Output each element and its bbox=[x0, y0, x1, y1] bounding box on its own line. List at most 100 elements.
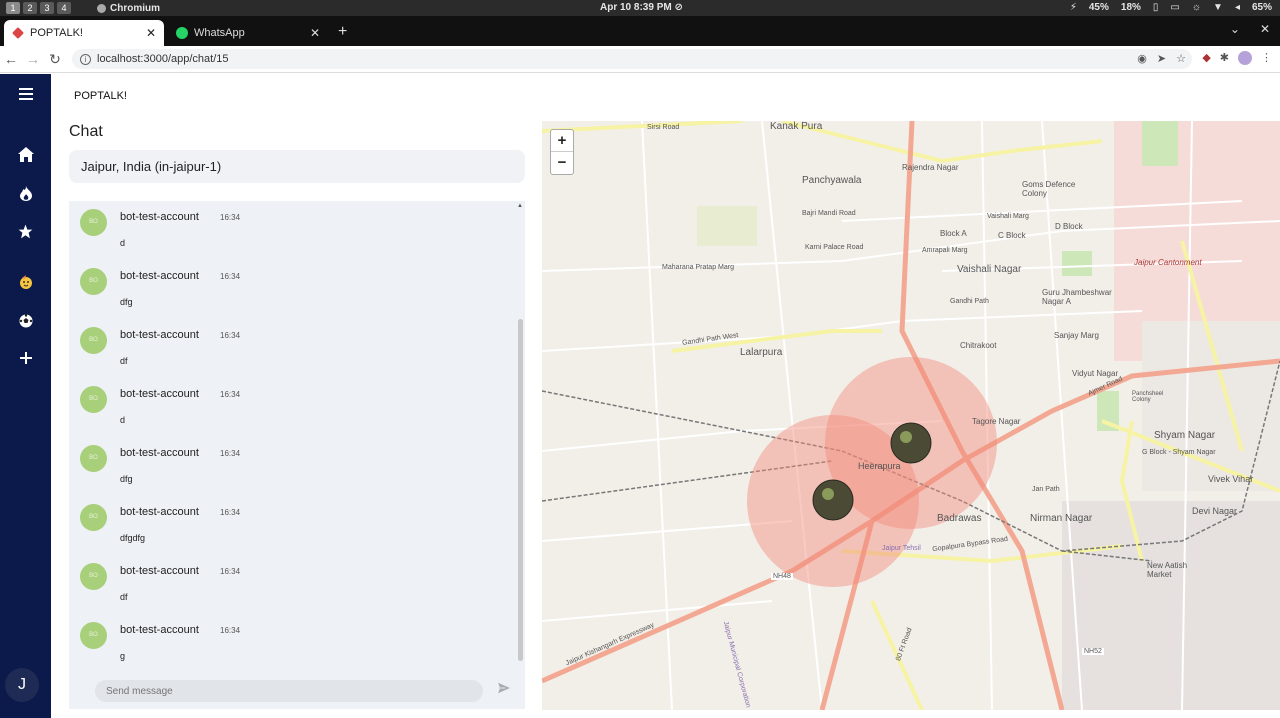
back-button[interactable]: ← bbox=[0, 51, 22, 67]
address-bar: ← → ↻ i localhost:3000/app/chat/15 ◉ ➤ ☆… bbox=[0, 46, 1280, 73]
message-author: bot-test-account bbox=[120, 447, 199, 459]
memory-usage: 18% bbox=[1120, 2, 1141, 13]
clipboard-icon[interactable]: ▯ bbox=[1153, 2, 1159, 13]
map-label: Gandhi Path West bbox=[681, 332, 739, 347]
message-input[interactable] bbox=[95, 680, 483, 702]
volume-icon[interactable]: ◂ bbox=[1235, 2, 1240, 13]
map-label: Chitrakoot bbox=[960, 341, 997, 350]
close-tab-icon[interactable]: ✕ bbox=[310, 26, 320, 40]
map-view[interactable]: Kanak Pura Sirsi Road Panchyawala Rajend… bbox=[542, 121, 1280, 710]
sidebar-item-home[interactable] bbox=[0, 147, 51, 166]
close-tab-icon[interactable]: ✕ bbox=[146, 26, 156, 40]
sidebar-item-sports[interactable] bbox=[0, 314, 51, 332]
send-tab-icon[interactable]: ➤ bbox=[1157, 52, 1166, 65]
forward-button[interactable]: → bbox=[22, 51, 44, 67]
layout-icon[interactable]: ▭ bbox=[1170, 2, 1179, 13]
map-zoom-control: + − bbox=[550, 129, 574, 175]
os-status: ⚡ 45% 18% ▯ ▭ ☼ ▼ ◂ 65% bbox=[1070, 2, 1272, 13]
soccer-ball-icon bbox=[19, 314, 32, 328]
map-label: Badrawas bbox=[937, 513, 982, 524]
map-label: Vaishali Nagar bbox=[957, 264, 1022, 275]
hamburger-menu-icon[interactable] bbox=[0, 87, 51, 104]
tab-poptalk[interactable]: POPTALK! ✕ bbox=[4, 20, 164, 46]
message-author: bot-test-account bbox=[120, 506, 199, 518]
workspace-1[interactable]: 1 bbox=[6, 2, 20, 14]
scrollbar-thumb[interactable] bbox=[518, 319, 523, 661]
sidebar-item-favorites[interactable] bbox=[0, 224, 51, 243]
map-label: Maharana Pratap Marg bbox=[662, 264, 734, 271]
list-item: BO bot-test-account 16:34 dfg bbox=[69, 260, 509, 319]
avatar: BO bbox=[80, 268, 107, 295]
active-app: Chromium bbox=[97, 3, 160, 14]
list-item: BO bot-test-account 16:34 dfgdfg bbox=[69, 496, 509, 555]
app-sidebar: J bbox=[0, 74, 51, 718]
message-author: bot-test-account bbox=[120, 624, 199, 636]
workspace-4[interactable]: 4 bbox=[57, 2, 71, 14]
menu-dots-icon[interactable]: ⋮ bbox=[1261, 51, 1272, 65]
url-field[interactable]: i localhost:3000/app/chat/15 ◉ ➤ ☆ bbox=[72, 49, 1192, 69]
message-composer bbox=[69, 671, 525, 709]
map-label: Rajendra Nagar bbox=[902, 163, 959, 172]
tab-search-icon[interactable]: ⌄ bbox=[1230, 22, 1240, 36]
profile-avatar[interactable] bbox=[1238, 51, 1252, 65]
extension-diamond-icon[interactable]: ◆ bbox=[1202, 51, 1210, 65]
sidebar-item-party[interactable] bbox=[0, 275, 51, 293]
map-label: New Aatish Market bbox=[1147, 561, 1188, 579]
message-list[interactable]: BO bot-test-account 16:34 d BO bot-test-… bbox=[69, 201, 525, 709]
close-window-icon[interactable]: ✕ bbox=[1260, 22, 1270, 36]
message-author: bot-test-account bbox=[120, 565, 199, 577]
chat-location: Jaipur, India (in-jaipur-1) bbox=[69, 150, 525, 183]
message-time: 16:34 bbox=[220, 567, 241, 576]
map-label: Jan Path bbox=[1032, 486, 1060, 493]
tab-whatsapp[interactable]: WhatsApp ✕ bbox=[168, 20, 328, 46]
battery-level: 65% bbox=[1251, 2, 1272, 13]
message-author: bot-test-account bbox=[120, 211, 199, 223]
reload-button[interactable]: ↻ bbox=[44, 51, 66, 68]
bookmark-star-icon[interactable]: ☆ bbox=[1176, 52, 1186, 65]
user-avatar[interactable]: J bbox=[5, 668, 39, 702]
cpu-icon: ⚡ bbox=[1069, 2, 1077, 13]
url-actions: ◉ ➤ ☆ bbox=[1137, 52, 1186, 65]
map-label: Kanak Pura bbox=[770, 121, 823, 132]
map-label: D Block bbox=[1055, 222, 1083, 231]
clock-text: Apr 10 8:39 PM bbox=[600, 2, 672, 13]
map-label: Goms Defence Colony bbox=[1022, 180, 1076, 198]
map-label: Jaipur Cantonment bbox=[1134, 258, 1202, 267]
map-label: NH52 bbox=[1082, 648, 1104, 655]
workspace-2[interactable]: 2 bbox=[23, 2, 37, 14]
add-room-button[interactable] bbox=[0, 351, 51, 368]
info-icon[interactable]: i bbox=[80, 53, 91, 65]
map-label: Panchsheel Colony bbox=[1132, 391, 1164, 403]
message-author: bot-test-account bbox=[120, 388, 199, 400]
avatar: BO bbox=[80, 386, 107, 413]
map-label: Gopalpura Bypass Road bbox=[931, 535, 1009, 554]
scroll-up-icon[interactable]: ▲ bbox=[517, 203, 523, 209]
message-text: dfg bbox=[120, 474, 133, 484]
url-text: localhost:3000/app/chat/15 bbox=[97, 53, 229, 65]
browser-tab-bar: POPTALK! ✕ WhatsApp ✕ + ⌄ ✕ bbox=[0, 16, 1280, 46]
home-icon bbox=[17, 147, 34, 162]
avatar: BO bbox=[80, 209, 107, 236]
puzzle-icon[interactable]: ✱ bbox=[1220, 51, 1229, 65]
workspace-3[interactable]: 3 bbox=[40, 2, 54, 14]
zoom-in-button[interactable]: + bbox=[551, 130, 573, 152]
message-time: 16:34 bbox=[220, 331, 241, 340]
list-item: BO bot-test-account 16:34 dfg bbox=[69, 437, 509, 496]
os-clock[interactable]: Apr 10 8:39 PM ⊘ bbox=[600, 2, 683, 13]
eye-off-icon[interactable]: ◉ bbox=[1137, 52, 1147, 65]
map-label: Vivek Vihar bbox=[1208, 474, 1254, 484]
send-icon[interactable] bbox=[497, 681, 511, 695]
map-label: C Block bbox=[998, 231, 1026, 240]
os-top-bar: 1 2 3 4 Chromium Apr 10 8:39 PM ⊘ ⚡ 45% … bbox=[0, 0, 1280, 16]
workspace-switcher[interactable]: 1 2 3 4 bbox=[6, 2, 71, 14]
brightness-icon[interactable]: ☼ bbox=[1192, 2, 1201, 13]
wifi-icon[interactable]: ▼ bbox=[1213, 2, 1223, 13]
message-scrollbar[interactable]: ▲ bbox=[517, 201, 525, 671]
avatar: BO bbox=[80, 504, 107, 531]
new-tab-button[interactable]: + bbox=[338, 23, 347, 41]
zoom-out-button[interactable]: − bbox=[551, 152, 573, 174]
party-face-icon bbox=[19, 275, 32, 289]
map-label: Heerapura bbox=[858, 461, 901, 471]
list-item: BO bot-test-account 16:34 g bbox=[69, 614, 509, 673]
sidebar-item-trending[interactable] bbox=[0, 186, 51, 205]
